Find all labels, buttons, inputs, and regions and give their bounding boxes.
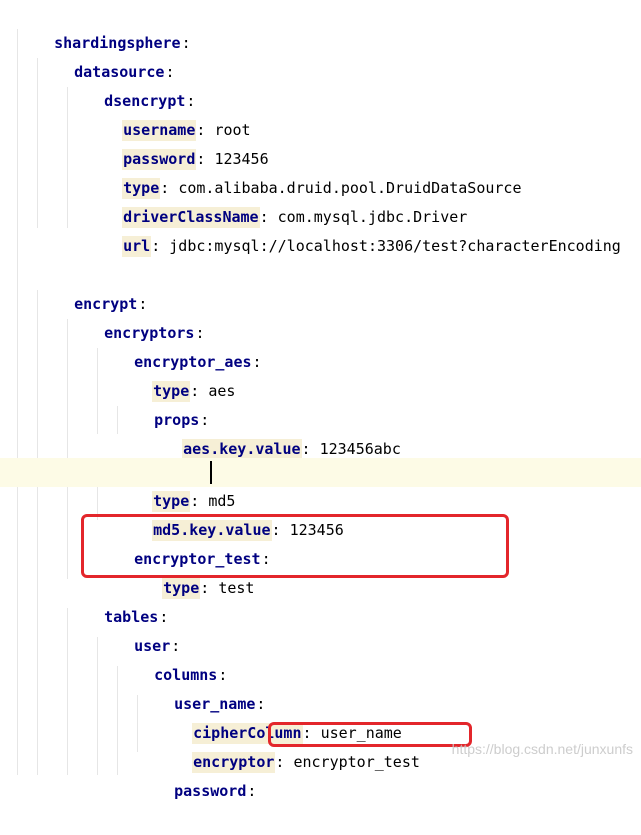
code-line[interactable]: encryptors: [0, 290, 641, 342]
yaml-key: url [122, 236, 152, 257]
code-line[interactable]: cipherColumn: user_name [0, 690, 641, 744]
code-line[interactable]: columns: [0, 632, 641, 684]
code-line[interactable]: dsencrypt: [0, 58, 641, 110]
code-line[interactable]: type: aes [0, 348, 641, 402]
code-line[interactable]: encryptor_aes: [0, 319, 641, 371]
yaml-editor[interactable]: shardingsphere: datasource: dsencrypt: u… [0, 0, 641, 800]
annotation-box-encryptor-test [81, 514, 509, 578]
current-code-line[interactable]: type: md5 [0, 458, 641, 512]
code-line[interactable]: username: root [0, 87, 641, 141]
code-line[interactable]: user: [0, 603, 641, 655]
yaml-key: password [174, 782, 247, 800]
code-line[interactable]: password: 123456 [0, 116, 641, 170]
code-line[interactable]: shardingsphere: [0, 0, 641, 52]
annotation-box-encryptor-value [268, 722, 472, 747]
code-line[interactable]: type: com.alibaba.druid.pool.DruidDataSo… [0, 145, 641, 199]
code-line[interactable]: tables: [0, 574, 641, 626]
code-line[interactable]: url: jdbc:mysql://localhost:3306/test?ch… [0, 203, 641, 257]
code-line[interactable]: md5.key.value: 123456 [0, 487, 641, 541]
watermark-text: https://blog.csdn.net/junxunfs [451, 741, 633, 757]
yaml-value: jdbc:mysql://localhost:3306/test?charact… [169, 237, 621, 255]
code-line[interactable]: driverClassName: com.mysql.jdbc.Driver [0, 174, 641, 228]
code-line[interactable]: user_name: [0, 661, 641, 713]
code-line[interactable]: datasource: [0, 29, 641, 81]
text-caret [210, 461, 212, 484]
code-line[interactable]: props: [0, 377, 641, 429]
code-line[interactable]: aes.key.value: 123456abc [0, 406, 641, 460]
code-line[interactable]: encrypt: [0, 261, 641, 313]
